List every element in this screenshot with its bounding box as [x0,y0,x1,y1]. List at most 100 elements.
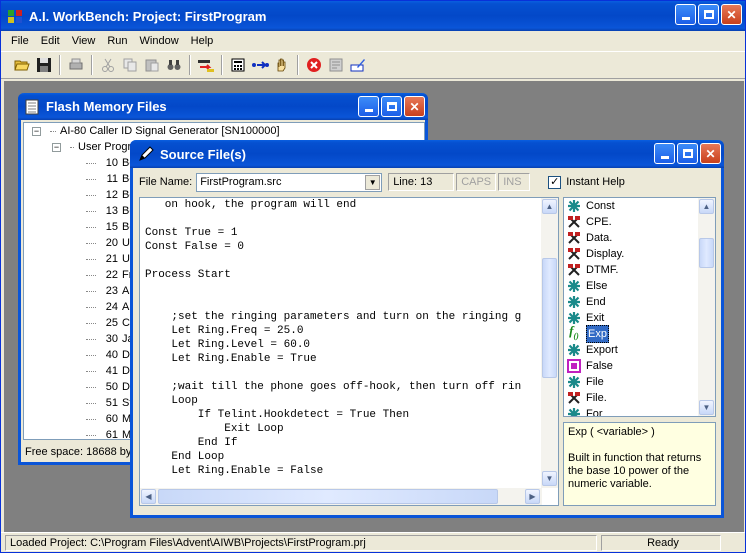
keyword-label: Exit [586,312,605,324]
keyword-label: Data. [586,232,613,244]
cut-icon[interactable] [97,54,119,76]
keyword-item[interactable]: DTMF. [564,262,700,278]
source-close-button[interactable]: ✕ [700,143,721,164]
open-folder-icon[interactable] [11,54,33,76]
flash-maximize-button[interactable] [381,96,402,117]
asterisk-icon [566,198,582,214]
debug-icon[interactable] [325,54,347,76]
flash-minimize-button[interactable] [358,96,379,117]
scroll-left-arrow-icon[interactable]: ◀ [141,489,156,504]
menu-file[interactable]: File [5,35,35,47]
keyword-label: Exp [586,325,609,343]
keyword-item[interactable]: Exit [564,310,700,326]
main-title-bar[interactable]: A.I. WorkBench: Project: FirstProgram ✕ [1,1,745,31]
flash-title: Flash Memory Files [46,99,167,114]
scroll-down-arrow-icon[interactable]: ▼ [542,471,557,486]
keyword-item[interactable]: File [564,374,700,390]
keyword-item[interactable]: Export [564,342,700,358]
caps-indicator: CAPS [456,173,497,191]
instant-help-checkbox[interactable]: ✓ Instant Help [548,175,625,189]
file-name-combo[interactable]: FirstProgram.src ▼ [196,172,383,192]
tree-item-number: 15 [105,221,118,233]
calculator-icon[interactable] [227,54,249,76]
tree-item-number: 20 [105,237,118,249]
tree-item-number: 30 [105,333,118,345]
app-icon [8,10,22,23]
scroll-thumb[interactable] [542,258,557,378]
keyword-item[interactable]: CPE. [564,214,700,230]
kw-scroll-thumb[interactable] [699,238,714,268]
hscroll-thumb[interactable] [158,489,498,504]
tree-item-number: 12 [105,189,118,201]
step-icon[interactable] [249,54,271,76]
menu-view[interactable]: View [66,35,102,47]
source-minimize-button[interactable] [654,143,675,164]
download-icon[interactable] [195,54,217,76]
menu-help[interactable]: Help [185,35,220,47]
flash-free-space: Free space: 18688 byt [25,446,135,458]
source-maximize-button[interactable] [677,143,698,164]
keyword-item[interactable]: Data. [564,230,700,246]
help-syntax: Exp ( <variable> ) [568,426,655,438]
function-icon: f() [569,323,579,341]
print-icon[interactable] [65,54,87,76]
code-editor[interactable]: on hook, the program will end Const True… [139,197,559,506]
help-panel: Exp ( <variable> ) Built in function tha… [563,422,716,506]
tree-item-number: 24 [105,301,118,313]
menu-window[interactable]: Window [134,35,185,47]
keyword-item[interactable]: Display. [564,246,700,262]
menu-edit[interactable]: Edit [35,35,66,47]
keyword-item[interactable]: Else [564,278,700,294]
kw-scroll-down-arrow-icon[interactable]: ▼ [699,400,714,415]
tree-root-label: AI-80 Caller ID Signal Generator [SN1000… [60,125,280,137]
source-title: Source File(s) [160,146,246,162]
scroll-up-arrow-icon[interactable]: ▲ [542,199,557,214]
tree-item-number: 22 [105,269,118,281]
keyword-label: File. [586,392,607,404]
keyword-list[interactable]: Const CPE. Data. Display. DTMF. Else End Exit f(… [563,197,716,417]
code-horizontal-scrollbar[interactable]: ◀ ▶ [140,488,542,505]
tools-icon [566,246,582,262]
keyword-item[interactable]: End [564,294,700,310]
menu-run[interactable]: Run [101,35,133,47]
code-text[interactable]: on hook, the program will end Const True… [145,198,521,505]
tree-root[interactable]: − AI-80 Caller ID Signal Generator [SN100… [24,123,424,139]
copy-icon[interactable] [119,54,141,76]
file-name-value: FirstProgram.src [200,176,282,188]
tools-icon [566,230,582,246]
keyword-item[interactable]: File. [564,390,700,406]
edit-icon[interactable] [347,54,369,76]
flash-close-button[interactable]: ✕ [404,96,425,117]
minimize-button[interactable] [675,4,696,25]
source-title-bar[interactable]: Source File(s) ✕ [130,140,724,168]
kw-scroll-up-arrow-icon[interactable]: ▲ [699,199,714,214]
close-button[interactable]: ✕ [721,4,742,25]
tree-item-number: 51 [105,397,118,409]
keyword-item[interactable]: Const [564,198,700,214]
flash-title-bar[interactable]: Flash Memory Files ✕ [18,93,428,120]
maximize-button[interactable] [698,4,719,25]
source-window: Source File(s) ✕ File Name: FirstProgram… [130,140,724,518]
keyword-item[interactable]: False [564,358,700,374]
scroll-right-arrow-icon[interactable]: ▶ [525,489,540,504]
save-icon[interactable] [33,54,55,76]
code-vertical-scrollbar[interactable]: ▲ ▼ [541,198,558,488]
keyword-item[interactable]: f() Exp [564,323,700,343]
stop-icon[interactable] [303,54,325,76]
keyword-scrollbar[interactable]: ▲ ▼ [698,198,715,416]
constant-icon [566,358,582,374]
checkbox-check-icon[interactable]: ✓ [548,175,562,189]
stop-hand-icon[interactable] [271,54,293,76]
tree-item-number: 21 [105,253,118,265]
keyword-label: Const [586,200,615,212]
tree-item-number: 13 [105,205,118,217]
tools-icon [566,390,582,406]
chevron-down-icon[interactable]: ▼ [365,174,381,190]
find-icon[interactable] [163,54,185,76]
asterisk-icon [566,406,582,416]
tree-item-number: 40 [105,349,118,361]
paste-icon[interactable] [141,54,163,76]
tree-item-number: 41 [105,365,118,377]
menu-bar: File Edit View Run Window Help [1,31,745,51]
keyword-item[interactable]: For [564,406,700,416]
